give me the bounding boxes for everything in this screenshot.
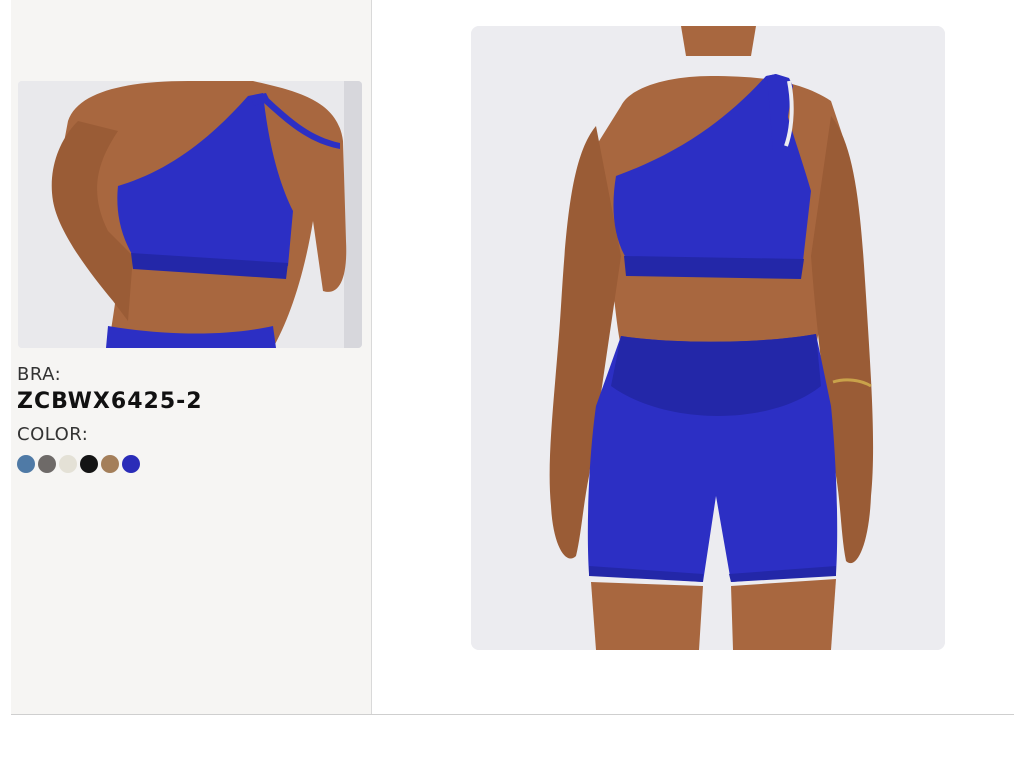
color-swatch-royal-blue[interactable]: [122, 455, 140, 473]
color-swatch-tan[interactable]: [101, 455, 119, 473]
color-swatch-list: [17, 455, 140, 473]
color-label: COLOR:: [17, 424, 89, 445]
bra-thumbnail-image[interactable]: [18, 81, 362, 348]
color-swatch-black[interactable]: [80, 455, 98, 473]
bottom-divider: [11, 714, 1014, 715]
bra-label: BRA:: [17, 364, 62, 385]
product-code: ZCBWX6425-2: [17, 389, 203, 414]
main-product-image[interactable]: [471, 26, 945, 650]
color-swatch-steel-blue[interactable]: [17, 455, 35, 473]
color-swatch-cream[interactable]: [59, 455, 77, 473]
color-swatch-gray[interactable]: [38, 455, 56, 473]
